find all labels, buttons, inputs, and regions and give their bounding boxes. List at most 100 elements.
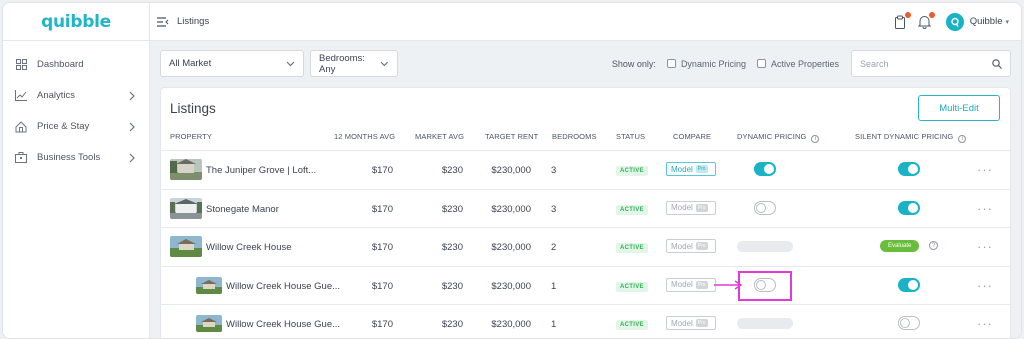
cell-market-avg: $230 xyxy=(441,319,463,330)
more-options-icon[interactable]: ··· xyxy=(977,316,993,331)
search-box[interactable] xyxy=(851,50,1011,77)
cell-12-months-avg: $170 xyxy=(371,203,393,215)
status-badge: ACTIVE xyxy=(616,243,648,253)
sidebar-item-price-stay[interactable]: Price & Stay xyxy=(3,111,149,142)
toggle-knob xyxy=(756,202,766,213)
cell-market-avg: $230 xyxy=(441,165,463,176)
multi-edit-button[interactable]: Multi-Edit xyxy=(918,95,1000,121)
sidebar-item-label: Dashboard xyxy=(37,59,84,70)
chevron-down-icon xyxy=(286,61,295,66)
compare-model-button[interactable]: Model Pro xyxy=(666,200,716,215)
property-name-link[interactable]: Willow Creek House Gue... xyxy=(226,319,340,330)
logo-text: quibble xyxy=(41,11,111,32)
bell-notification-button[interactable] xyxy=(917,11,935,29)
sidebar-item-dashboard[interactable]: Dashboard xyxy=(3,49,149,80)
cell-target-rent: $230,000 xyxy=(491,242,531,253)
table-row[interactable]: Willow Creek House $170 $230 $230,000 2 … xyxy=(161,227,1010,266)
header-status[interactable]: STATUS xyxy=(616,132,645,141)
table-row[interactable]: The Juniper Grove | Loft... $170 $230 $2… xyxy=(161,150,1010,189)
model-label: Model xyxy=(671,318,693,328)
status-badge: ACTIVE xyxy=(616,281,648,292)
silent-dynamic-pricing-toggle[interactable] xyxy=(898,162,920,176)
compare-model-button[interactable]: Model Pro xyxy=(666,162,716,176)
avatar[interactable] xyxy=(945,12,964,31)
price-stay-icon xyxy=(15,120,27,133)
sidebar-item-analytics[interactable]: Analytics xyxy=(3,80,149,111)
table-row[interactable]: Willow Creek House Gue... $170 $230 $230… xyxy=(161,304,1010,338)
info-icon[interactable]: i xyxy=(958,135,967,143)
info-icon[interactable]: i xyxy=(811,135,820,143)
cell-market-avg: $230 xyxy=(441,203,463,215)
search-icon[interactable] xyxy=(992,58,1002,69)
header-bedrooms[interactable]: BEDROOMS xyxy=(552,132,597,141)
model-label: Model xyxy=(671,241,693,251)
dynamic-pricing-toggle[interactable] xyxy=(754,162,776,176)
property-thumbnail xyxy=(196,276,222,294)
logo[interactable]: quibble xyxy=(3,3,149,41)
bedrooms-select[interactable]: Bedrooms: Any xyxy=(310,50,398,77)
dynamic-pricing-placeholder xyxy=(737,318,793,329)
dynamic-pricing-placeholder xyxy=(737,241,793,252)
header-silent-dynamic-pricing-label[interactable]: SILENT DYNAMIC PRICING xyxy=(855,132,953,141)
property-name-link[interactable]: The Juniper Grove | Loft... xyxy=(206,165,316,176)
checkbox-label: Active Properties xyxy=(770,58,839,69)
silent-dynamic-pricing-toggle[interactable] xyxy=(898,316,920,330)
more-options-icon[interactable]: ··· xyxy=(977,239,993,254)
chevron-right-icon xyxy=(129,153,135,162)
compare-model-button[interactable]: Model Pro xyxy=(666,277,716,292)
checkbox-box[interactable] xyxy=(666,59,676,68)
table-row[interactable]: Willow Creek House Gue... $170 $230 $230… xyxy=(161,265,1010,305)
header-compare[interactable]: COMPARE xyxy=(673,132,711,141)
dynamic-pricing-toggle[interactable] xyxy=(754,277,776,292)
property-thumbnail xyxy=(170,236,202,257)
compare-model-button[interactable]: Model Pro xyxy=(666,239,716,253)
sidebar-item-label: Price & Stay xyxy=(37,121,90,132)
page-title: Listings xyxy=(177,16,210,27)
chevron-right-icon xyxy=(129,122,135,131)
chevron-down-icon[interactable]: ▾ xyxy=(1005,18,1009,26)
help-icon[interactable]: ? xyxy=(929,241,938,250)
header-12-months-avg[interactable]: 12 MONTHS AVG xyxy=(334,132,395,141)
collapse-menu-icon[interactable] xyxy=(157,16,169,27)
listings-title: Listings xyxy=(170,101,216,116)
user-name[interactable]: Quibble xyxy=(970,16,1003,27)
property-name-link[interactable]: Willow Creek House xyxy=(206,242,292,253)
property-name-link[interactable]: Stonegate Manor xyxy=(206,204,279,215)
more-options-icon[interactable]: ··· xyxy=(977,278,993,293)
sidebar-item-business-tools[interactable]: Business Tools xyxy=(3,142,149,173)
pro-badge: Pro xyxy=(695,242,708,250)
checkbox-label: Dynamic Pricing xyxy=(680,58,746,69)
cell-market-avg: $230 xyxy=(441,242,463,253)
property-thumbnail xyxy=(170,197,202,219)
clipboard-notification-button[interactable] xyxy=(894,11,911,29)
active-properties-checkbox[interactable]: Active Properties xyxy=(756,58,839,69)
checkbox-box[interactable] xyxy=(756,59,766,68)
toggle-knob xyxy=(908,279,918,290)
header-market-avg[interactable]: MARKET AVG xyxy=(415,132,464,141)
more-options-icon[interactable]: ··· xyxy=(977,201,993,216)
market-select[interactable]: All Market xyxy=(160,50,304,77)
cell-target-rent: $230,000 xyxy=(491,280,531,292)
table-row[interactable]: Stonegate Manor $170 $230 $230,000 3 ACT… xyxy=(161,188,1010,228)
main-content: All Market Bedrooms: Any Show only: Dyna… xyxy=(150,41,1021,338)
header-target-rent[interactable]: TARGET RENT xyxy=(485,132,538,141)
property-name-link[interactable]: Willow Creek House Gue... xyxy=(226,281,340,292)
filter-bar: All Market Bedrooms: Any Show only: Dyna… xyxy=(160,50,1011,77)
header-dynamic-pricing: DYNAMIC PRICING i xyxy=(737,132,820,143)
silent-dynamic-pricing-toggle[interactable] xyxy=(898,277,920,292)
dynamic-pricing-toggle[interactable] xyxy=(754,200,776,215)
pro-badge: Pro xyxy=(695,280,708,289)
pro-badge: Pro xyxy=(695,319,708,327)
header-property[interactable]: PROPERTY xyxy=(170,132,212,141)
evaluate-button[interactable]: Evaluate xyxy=(880,240,920,252)
header-dynamic-pricing-label[interactable]: DYNAMIC PRICING xyxy=(737,132,806,141)
dynamic-pricing-checkbox[interactable]: Dynamic Pricing xyxy=(666,58,746,69)
toggle-knob xyxy=(908,202,918,213)
silent-dynamic-pricing-toggle[interactable] xyxy=(898,200,920,215)
more-options-icon[interactable]: ··· xyxy=(977,162,993,177)
compare-model-button[interactable]: Model Pro xyxy=(666,316,716,330)
status-badge: ACTIVE xyxy=(616,204,648,215)
notification-dot xyxy=(928,11,935,18)
search-input[interactable] xyxy=(860,58,992,69)
status-badge: ACTIVE xyxy=(616,166,648,176)
